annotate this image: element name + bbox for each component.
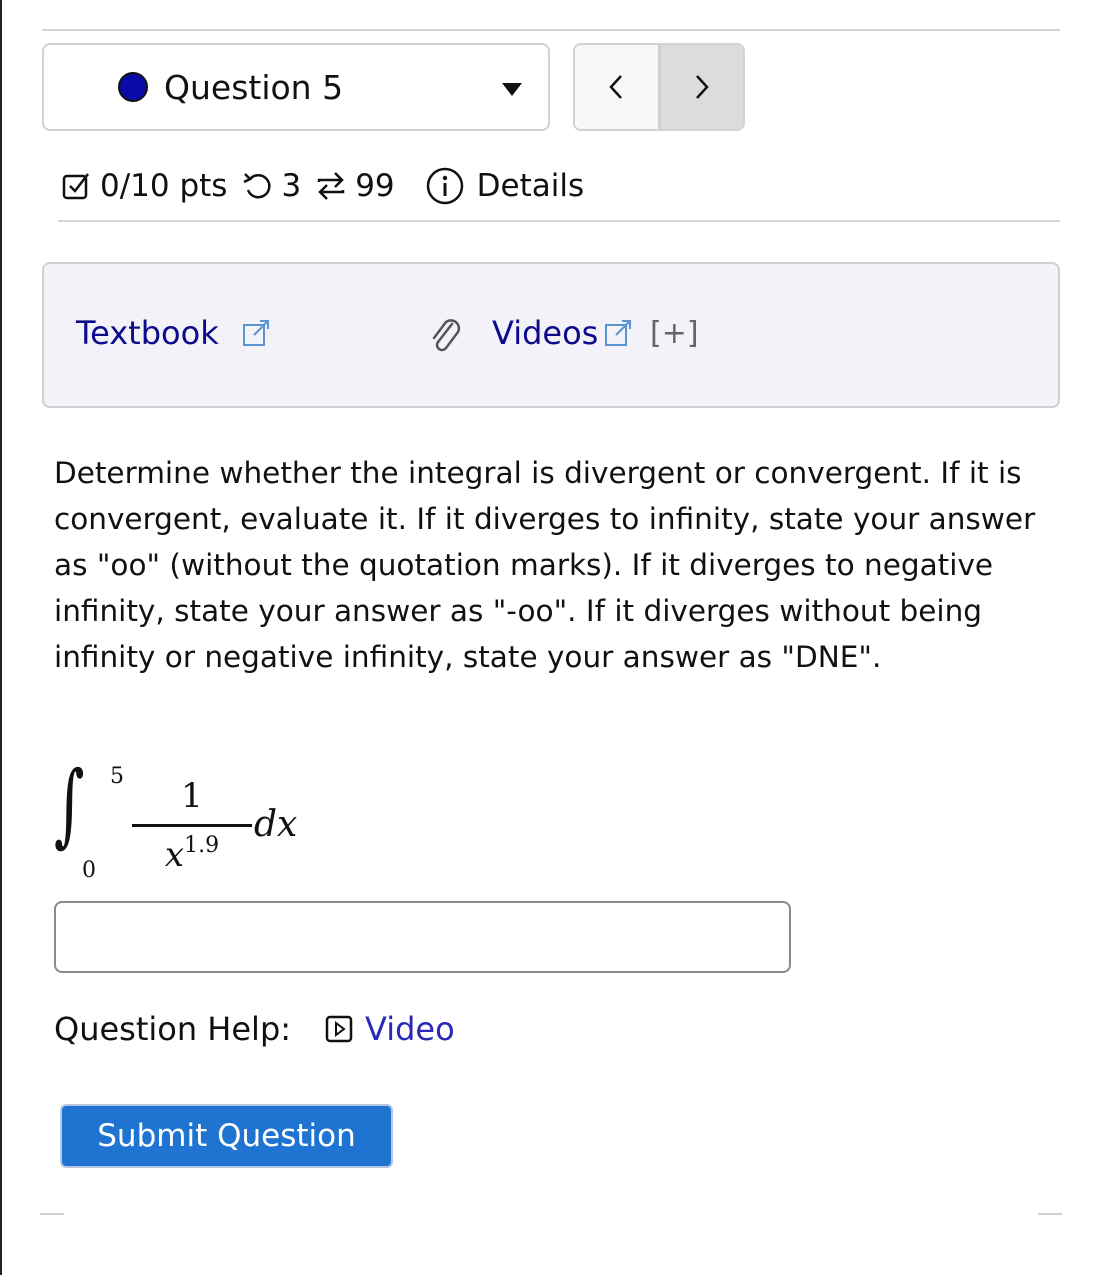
integral-upper-limit: 5 bbox=[110, 764, 124, 789]
help-video-label: Video bbox=[365, 1010, 455, 1048]
integral-differential: dx bbox=[254, 804, 298, 845]
integrand-base: x bbox=[164, 835, 185, 875]
help-video-link[interactable]: Video bbox=[325, 1010, 455, 1048]
video-play-icon bbox=[325, 1015, 353, 1043]
checkbox-score-icon bbox=[62, 170, 92, 202]
integral-lower-limit: 0 bbox=[82, 858, 96, 883]
fraction-bar bbox=[132, 824, 252, 827]
details-link[interactable]: Details bbox=[477, 168, 584, 204]
retry-icon bbox=[241, 170, 273, 202]
question-text: Determine whether the integral is diverg… bbox=[54, 456, 1036, 674]
question-select-label: Question 5 bbox=[164, 67, 344, 107]
integrand-numerator: 1 bbox=[181, 776, 203, 816]
answer-input[interactable] bbox=[54, 901, 791, 973]
question-select[interactable]: Question 5 bbox=[42, 43, 550, 131]
score-text: 0/10 pts bbox=[100, 168, 228, 204]
question-meta: 0/10 pts 3 99 Details bbox=[62, 160, 598, 212]
next-question-button[interactable] bbox=[660, 45, 743, 129]
retries-count: 3 bbox=[281, 168, 302, 204]
videos-link[interactable]: Videos bbox=[492, 314, 598, 352]
dropdown-caret-icon bbox=[502, 83, 522, 96]
integrand-denominator: x1.9 bbox=[164, 833, 220, 875]
integral-sign: ∫ bbox=[54, 752, 85, 857]
submit-question-button[interactable]: Submit Question bbox=[60, 1104, 393, 1168]
meta-divider bbox=[58, 220, 1060, 222]
chevron-left-icon bbox=[609, 75, 623, 99]
external-link-icon[interactable] bbox=[242, 319, 272, 351]
top-divider bbox=[42, 29, 1060, 31]
expand-videos-toggle[interactable]: [+] bbox=[650, 316, 699, 351]
question-help-label: Question Help: bbox=[54, 1010, 292, 1048]
attempts-icon bbox=[315, 168, 347, 204]
integrand-fraction: 1 x1.9 bbox=[132, 776, 252, 875]
question-status-dot bbox=[118, 72, 148, 102]
question-help: Question Help: Video bbox=[54, 1010, 455, 1048]
bottom-divider-right bbox=[1038, 1213, 1062, 1215]
previous-question-button[interactable] bbox=[575, 45, 661, 129]
bottom-divider-left bbox=[40, 1213, 64, 1215]
paperclip-icon bbox=[428, 316, 464, 360]
chevron-right-icon bbox=[695, 75, 709, 99]
integrand-exponent: 1.9 bbox=[184, 833, 220, 858]
resources-box: Textbook Videos [+] bbox=[42, 262, 1060, 408]
attempts-count: 99 bbox=[355, 168, 395, 204]
textbook-link[interactable]: Textbook bbox=[76, 314, 219, 352]
external-link-icon[interactable] bbox=[604, 319, 634, 351]
question-nav bbox=[573, 43, 745, 131]
info-icon[interactable] bbox=[425, 166, 465, 206]
